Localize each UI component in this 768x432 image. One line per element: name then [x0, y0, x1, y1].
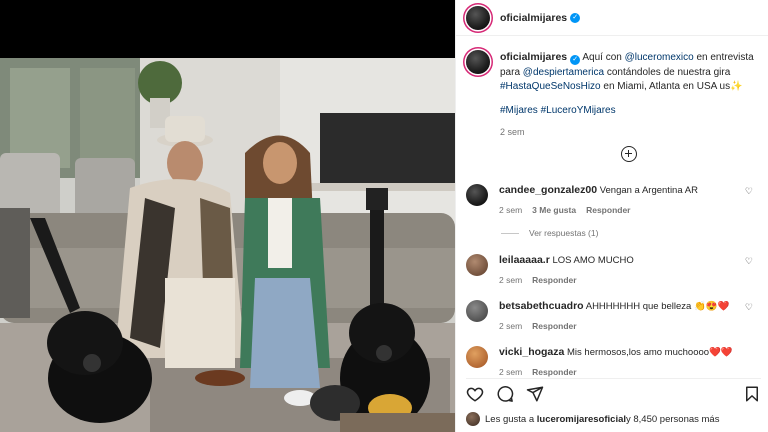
- author-avatar[interactable]: [466, 5, 490, 30]
- post-details-panel: oficialmijares ✓ oficialmijares ✓ Aquí co…: [455, 0, 768, 432]
- commenter-avatar[interactable]: [466, 254, 488, 276]
- reply-button[interactable]: Responder: [586, 205, 630, 215]
- mention-despiertamerica[interactable]: @despiertamerica: [523, 67, 604, 78]
- likes-summary: Les gusta a luceromijaresoficial y 8,450…: [466, 412, 719, 426]
- post-caption: oficialmijares ✓ Aquí con @luceromexico e…: [466, 50, 761, 140]
- replies-divider: [501, 232, 519, 234]
- comment-icon[interactable]: [496, 385, 514, 403]
- save-icon[interactable]: [743, 385, 761, 403]
- comment-username[interactable]: betsabethcuadro: [499, 300, 584, 312]
- commenter-avatar[interactable]: [466, 300, 488, 322]
- heart-icon[interactable]: ♡: [745, 256, 753, 267]
- view-replies[interactable]: Ver respuestas (1): [501, 228, 598, 238]
- interview-photo: [0, 58, 455, 432]
- comment-time[interactable]: 2 sem: [499, 367, 522, 377]
- comment-item: betsabethcuadro AHHHHHHH que belleza 👏😍❤…: [466, 300, 761, 331]
- view-replies-label[interactable]: Ver respuestas (1): [529, 228, 598, 238]
- likes-prefix: Les gusta a: [485, 413, 535, 425]
- comment-text: Mis hermosos,los amo muchoooo❤️❤️: [567, 347, 733, 358]
- heart-icon[interactable]: ♡: [745, 186, 753, 197]
- reply-button[interactable]: Responder: [532, 367, 576, 377]
- verified-icon: ✓: [570, 55, 581, 65]
- comment-item: leilaaaaa.r LOS AMO MUCHO 2 sem Responder…: [466, 254, 761, 285]
- liker-avatar[interactable]: [466, 412, 480, 426]
- comment-time[interactable]: 2 sem: [499, 275, 522, 285]
- heart-icon[interactable]: ♡: [745, 302, 753, 313]
- comment-username[interactable]: vicki_hogaza: [499, 346, 564, 358]
- likes-suffix[interactable]: y 8,450 personas más: [626, 414, 719, 425]
- comment-text: Vengan a Argentina AR: [599, 185, 698, 196]
- caption-part: contándoles de nuestra gira: [604, 66, 731, 78]
- caption-part: en Miami, Atlanta en USA us✨: [600, 81, 743, 92]
- comment-body: vicki_hogaza Mis hermosos,los amo muchoo…: [499, 346, 733, 377]
- caption-text: oficialmijares ✓ Aquí con @luceromexico e…: [500, 50, 761, 140]
- post-photo: [0, 58, 455, 432]
- verified-icon: ✓: [570, 12, 581, 23]
- caption-time[interactable]: 2 sem: [500, 125, 761, 140]
- share-icon[interactable]: [526, 385, 544, 403]
- liker-username[interactable]: luceromijaresoficial: [537, 414, 626, 425]
- comment-body: leilaaaaa.r LOS AMO MUCHO 2 sem Responder: [499, 254, 634, 285]
- post-actions: [466, 378, 761, 410]
- comment-time[interactable]: 2 sem: [499, 321, 522, 331]
- comment-likes[interactable]: 3 Me gusta: [532, 205, 576, 215]
- post-media[interactable]: [0, 0, 455, 432]
- comment-item: candee_gonzalez00 Vengan a Argentina AR …: [466, 184, 761, 215]
- author-username[interactable]: oficialmijares: [500, 12, 567, 24]
- like-icon[interactable]: [466, 385, 484, 403]
- hashtag-hastaquesenoshizo[interactable]: #HastaQueSeNosHizo: [500, 81, 601, 92]
- reply-button[interactable]: Responder: [532, 321, 576, 331]
- commenter-avatar[interactable]: [466, 184, 488, 206]
- post-header: oficialmijares ✓: [456, 0, 768, 36]
- load-more-comments-icon[interactable]: [621, 146, 637, 162]
- comment-time[interactable]: 2 sem: [499, 205, 522, 215]
- comment-username[interactable]: leilaaaaa.r: [499, 254, 550, 266]
- comment-body: candee_gonzalez00 Vengan a Argentina AR …: [499, 184, 698, 215]
- comment-text: LOS AMO MUCHO: [552, 255, 634, 266]
- comment-body: betsabethcuadro AHHHHHHH que belleza 👏😍❤…: [499, 300, 729, 331]
- reply-button[interactable]: Responder: [532, 275, 576, 285]
- caption-hashtags[interactable]: #Mijares #LuceroYMijares: [500, 104, 761, 119]
- caption-username[interactable]: oficialmijares: [500, 51, 567, 63]
- caption-part: Aquí con: [582, 52, 625, 63]
- comment-text: AHHHHHHH que belleza 👏😍❤️: [585, 301, 730, 312]
- mention-lucero[interactable]: @luceromexico: [625, 52, 694, 63]
- caption-avatar[interactable]: [466, 50, 490, 74]
- comment-username[interactable]: candee_gonzalez00: [499, 184, 597, 196]
- commenter-avatar[interactable]: [466, 346, 488, 368]
- comment-item: vicki_hogaza Mis hermosos,los amo muchoo…: [466, 346, 761, 377]
